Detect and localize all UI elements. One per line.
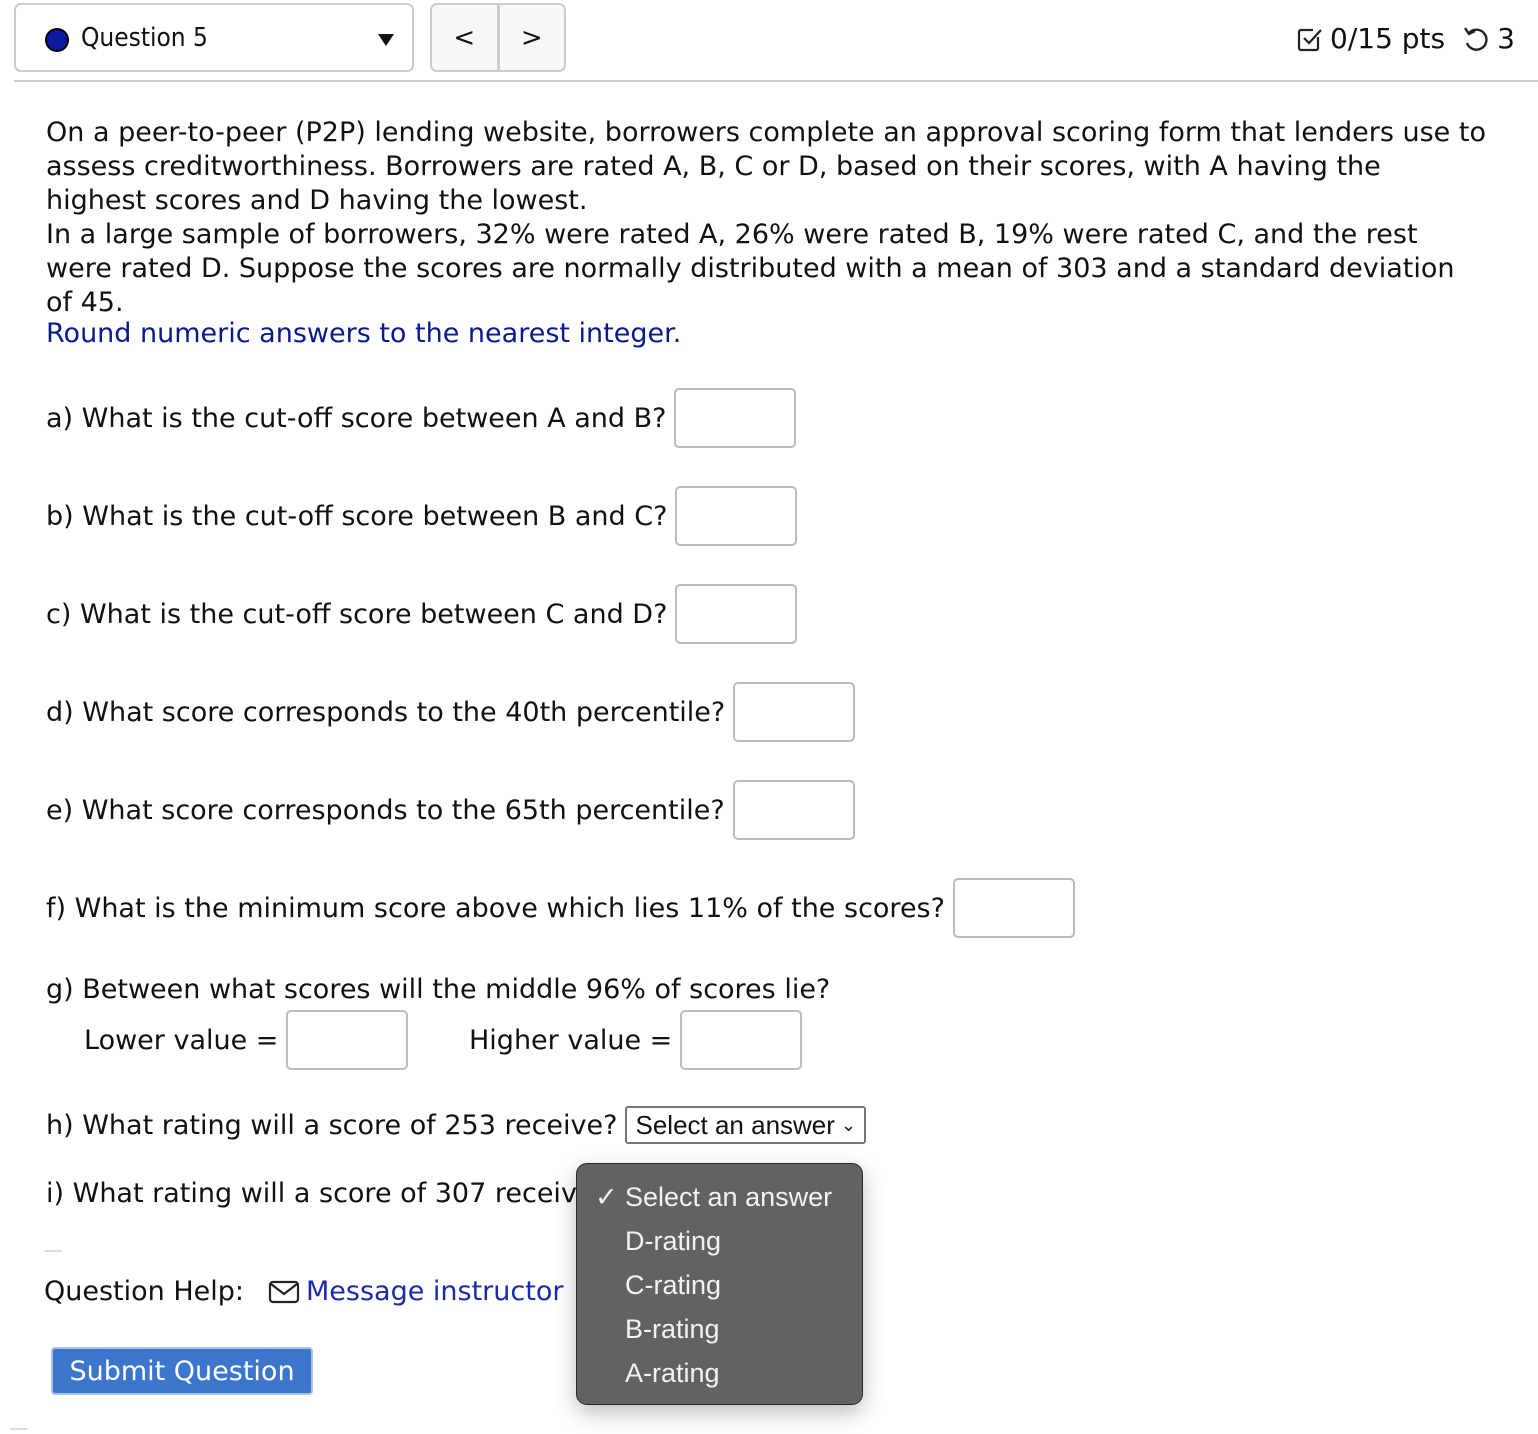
checkmark-icon: ✓ bbox=[595, 1182, 618, 1212]
question-c-label: c) What is the cut-off score between C a… bbox=[46, 598, 668, 630]
dropdown-option[interactable]: C-rating bbox=[625, 1270, 721, 1301]
higher-value-input[interactable] bbox=[680, 1010, 803, 1070]
envelope-icon bbox=[268, 1280, 300, 1303]
problem-paragraph-1: On a peer-to-peer (P2P) lending website,… bbox=[46, 117, 1486, 216]
question-g-lower: Lower value = bbox=[84, 1010, 409, 1070]
caret-down-icon bbox=[378, 34, 394, 46]
dropdown-option[interactable]: D-rating bbox=[625, 1226, 721, 1257]
question-f: f) What is the minimum score above which… bbox=[46, 878, 1075, 938]
question-nav: < > bbox=[430, 3, 566, 72]
question-g-label: g) Between what scores will the middle 9… bbox=[46, 974, 831, 1005]
lower-value-input[interactable] bbox=[286, 1010, 409, 1070]
question-help-label: Question Help: bbox=[44, 1276, 244, 1307]
question-selector-label: Question 5 bbox=[81, 23, 208, 53]
answer-h-select-value: Select an answer bbox=[635, 1109, 835, 1140]
higher-value-label: Higher value = bbox=[469, 1024, 673, 1056]
chevron-down-icon: ⌄ bbox=[840, 1114, 857, 1135]
answer-e-input[interactable] bbox=[732, 780, 855, 840]
question-help: Question Help: Message instructor bbox=[44, 1276, 563, 1307]
question-f-label: f) What is the minimum score above which… bbox=[46, 892, 945, 924]
question-h: h) What rating will a score of 253 recei… bbox=[46, 1106, 867, 1144]
dropdown-option[interactable]: B-rating bbox=[625, 1314, 720, 1345]
problem-paragraph-2: In a large sample of borrowers, 32% were… bbox=[46, 219, 1455, 318]
question-i: i) What rating will a score of 307 recei… bbox=[46, 1178, 608, 1209]
answer-c-input[interactable] bbox=[675, 584, 798, 644]
question-b: b) What is the cut-off score between B a… bbox=[46, 486, 798, 546]
question-d-label: d) What score corresponds to the 40th pe… bbox=[46, 696, 726, 728]
answer-b-input[interactable] bbox=[675, 486, 798, 546]
answer-h-select[interactable]: Select an answer ⌄ bbox=[625, 1106, 867, 1144]
divider-tick bbox=[10, 1428, 28, 1430]
rounding-note: Round numeric answers to the nearest int… bbox=[46, 318, 682, 349]
checkbox-icon bbox=[1297, 28, 1322, 51]
problem-text: On a peer-to-peer (P2P) lending website,… bbox=[46, 116, 1486, 320]
question-selector[interactable]: Question 5 bbox=[14, 3, 414, 72]
status-dot-icon bbox=[45, 28, 69, 52]
answer-a-input[interactable] bbox=[674, 388, 797, 448]
divider-tick bbox=[44, 1250, 62, 1252]
answer-d-input[interactable] bbox=[733, 682, 856, 742]
question-a-label: a) What is the cut-off score between A a… bbox=[46, 402, 667, 434]
retry-icon bbox=[1464, 26, 1488, 51]
next-question-button[interactable]: > bbox=[500, 5, 565, 70]
question-g-higher: Higher value = bbox=[469, 1010, 803, 1070]
question-i-label: i) What rating will a score of 307 recei… bbox=[46, 1178, 608, 1209]
question-h-label: h) What rating will a score of 253 recei… bbox=[46, 1109, 618, 1141]
question-g: g) Between what scores will the middle 9… bbox=[46, 974, 830, 1005]
question-b-label: b) What is the cut-off score between B a… bbox=[46, 500, 668, 532]
question-a: a) What is the cut-off score between A a… bbox=[46, 388, 797, 448]
question-e-label: e) What score corresponds to the 65th pe… bbox=[46, 794, 725, 826]
prev-question-button[interactable]: < bbox=[432, 5, 500, 70]
question-c: c) What is the cut-off score between C a… bbox=[46, 584, 798, 644]
points-text: 0/15 pts bbox=[1330, 22, 1446, 55]
attempts-count: 3 bbox=[1497, 22, 1515, 55]
message-instructor-link[interactable]: Message instructor bbox=[306, 1276, 563, 1307]
dropdown-option[interactable]: Select an answer bbox=[625, 1182, 832, 1213]
question-d: d) What score corresponds to the 40th pe… bbox=[46, 682, 856, 742]
dropdown-option[interactable]: A-rating bbox=[625, 1358, 720, 1389]
submit-question-button[interactable]: Submit Question bbox=[51, 1347, 313, 1395]
answer-f-input[interactable] bbox=[952, 878, 1075, 938]
header-divider bbox=[14, 80, 1538, 82]
answer-i-dropdown-menu: ✓ Select an answer D-rating C-rating B-r… bbox=[576, 1163, 863, 1405]
question-e: e) What score corresponds to the 65th pe… bbox=[46, 780, 855, 840]
lower-value-label: Lower value = bbox=[84, 1024, 279, 1056]
score-status: 0/15 pts 3 bbox=[1296, 22, 1515, 55]
